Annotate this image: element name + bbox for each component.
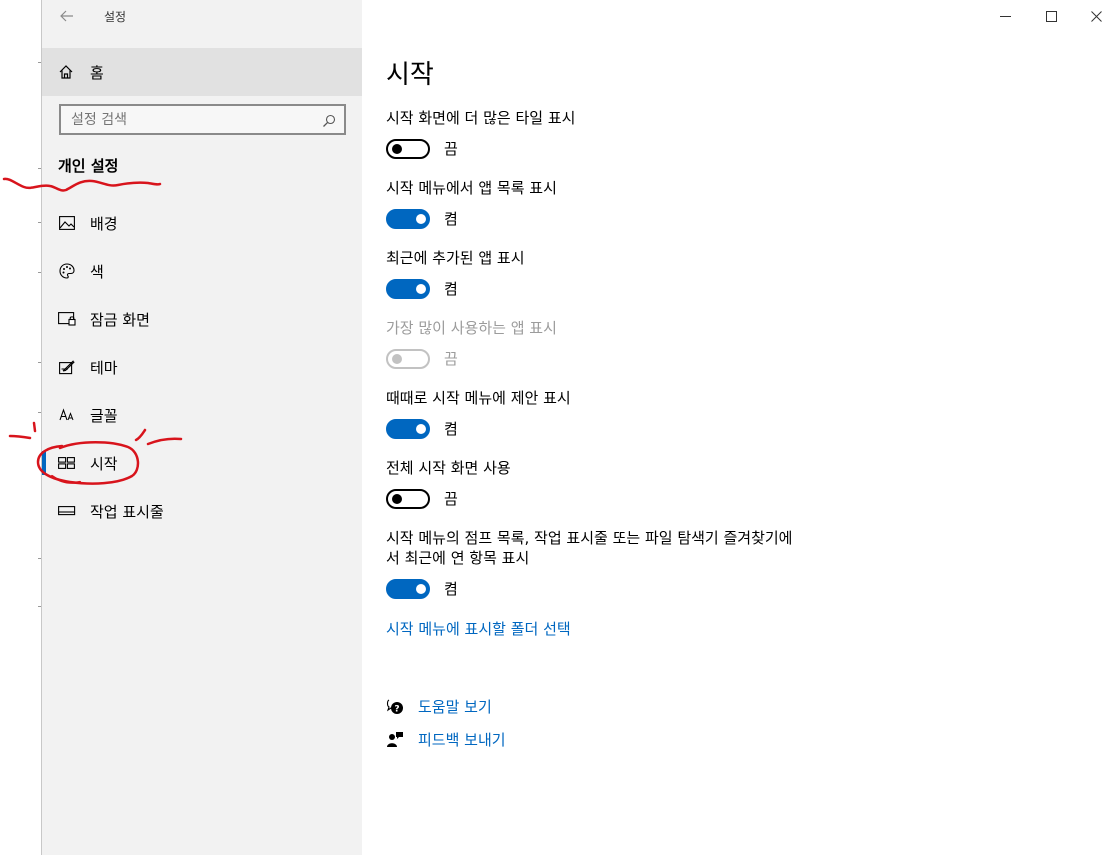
settings-sidebar: 설정 홈 개인 설정 배경 색 잠금 화면 테마 [42, 0, 362, 855]
sidebar-item-taskbar[interactable]: 작업 표시줄 [42, 491, 362, 531]
sidebar-item-start[interactable]: 시작 [42, 443, 362, 483]
send-feedback-label: 피드백 보내기 [418, 731, 506, 749]
send-feedback-link[interactable]: 피드백 보내기 [386, 729, 506, 750]
toggle-knob [392, 493, 402, 504]
setting-full-screen-start: 전체 시작 화면 사용 끔 [386, 458, 846, 509]
start-settings-page: 시작 시작 화면에 더 많은 타일 표시 끔 시작 메뉴에서 앱 목록 표시 켬… [386, 0, 1120, 855]
sidebar-item-background[interactable]: 배경 [42, 203, 362, 243]
search-input[interactable] [71, 111, 311, 128]
font-icon [58, 407, 76, 423]
toggle-switch[interactable] [386, 138, 430, 159]
setting-label: 때때로 시작 메뉴에 제안 표시 [386, 389, 571, 407]
sidebar-item-label: 잠금 화면 [90, 310, 150, 329]
toggle-switch [386, 348, 430, 369]
svg-text:?: ? [394, 704, 399, 714]
choose-folders-link[interactable]: 시작 메뉴에 표시할 폴더 선택 [386, 618, 571, 639]
feedback-icon [386, 731, 404, 749]
home-icon [58, 64, 74, 80]
page-title: 시작 [386, 60, 434, 90]
setting-label: 전체 시작 화면 사용 [386, 459, 511, 477]
setting-recently-added: 최근에 추가된 앱 표시 켬 [386, 248, 846, 299]
setting-recent-items-jump-list: 시작 메뉴의 점프 목록, 작업 표시줄 또는 파일 탐색기 즐겨찾기에 서 최… [386, 528, 846, 599]
back-arrow-icon[interactable] [56, 5, 78, 27]
sidebar-item-lock-screen[interactable]: 잠금 화면 [42, 299, 362, 339]
sidebar-item-color[interactable]: 색 [42, 251, 362, 291]
toggle-knob [392, 353, 402, 364]
toggle-state: 끔 [444, 140, 458, 158]
setting-label: 최근에 추가된 앱 표시 [386, 249, 525, 267]
toggle-state: 켬 [444, 210, 458, 228]
strip-tick [38, 412, 41, 413]
settings-search-box[interactable] [59, 104, 346, 135]
app-title: 설정 [104, 10, 127, 24]
toggle-state: 끔 [444, 490, 458, 508]
home-nav-item[interactable]: 홈 [42, 48, 362, 96]
strip-tick [38, 62, 41, 63]
strip-tick [38, 272, 41, 273]
toggle-row: 끔 [386, 488, 846, 509]
sidebar-item-label: 글꼴 [90, 406, 118, 425]
toggle-knob [416, 423, 426, 434]
sidebar-item-label: 테마 [90, 358, 118, 377]
sidebar-item-label: 작업 표시줄 [90, 502, 164, 521]
toggle-row: 끔 [386, 138, 846, 159]
sidebar-item-theme[interactable]: 테마 [42, 347, 362, 387]
toggle-row: 켬 [386, 578, 846, 599]
strip-tick [38, 558, 41, 559]
sidebar-item-label: 시작 [90, 454, 118, 473]
strip-tick [38, 168, 41, 169]
toggle-row: 켬 [386, 208, 846, 229]
strip-tick [38, 222, 41, 223]
toggle-knob [416, 583, 426, 594]
toggle-state: 켬 [444, 580, 458, 598]
toggle-state: 켬 [444, 420, 458, 438]
toggle-row: 켬 [386, 278, 846, 299]
palette-icon [58, 263, 76, 279]
help-chat-icon: ? [386, 698, 404, 716]
toggle-switch[interactable] [386, 418, 430, 439]
picture-icon [58, 215, 76, 231]
setting-more-tiles: 시작 화면에 더 많은 타일 표시 끔 [386, 108, 846, 159]
search-icon[interactable] [322, 113, 336, 127]
left-window-strip [0, 0, 42, 855]
home-label: 홈 [90, 63, 104, 82]
sidebar-item-label: 배경 [90, 214, 118, 233]
lock-screen-icon [58, 311, 76, 327]
title-bar: 설정 [42, 0, 362, 32]
taskbar-icon [58, 503, 76, 519]
toggle-state: 끔 [444, 350, 458, 368]
sidebar-item-fonts[interactable]: 글꼴 [42, 395, 362, 435]
section-title: 개인 설정 [58, 157, 119, 175]
toggle-switch[interactable] [386, 208, 430, 229]
sidebar-item-label: 색 [90, 262, 104, 281]
setting-label: 가장 많이 사용하는 앱 표시 [386, 319, 557, 337]
toggle-switch[interactable] [386, 278, 430, 299]
get-help-label: 도움말 보기 [418, 698, 492, 716]
setting-label: 시작 화면에 더 많은 타일 표시 [386, 109, 576, 127]
setting-label: 시작 메뉴에서 앱 목록 표시 [386, 179, 557, 197]
toggle-knob [416, 283, 426, 294]
start-icon [58, 455, 76, 471]
strip-tick [38, 606, 41, 607]
get-help-link[interactable]: ? 도움말 보기 [386, 696, 492, 717]
setting-label-line1: 시작 메뉴의 점프 목록, 작업 표시줄 또는 파일 탐색기 즐겨찾기에 [386, 529, 793, 547]
toggle-knob [392, 143, 402, 154]
setting-suggestions: 때때로 시작 메뉴에 제안 표시 켬 [386, 388, 846, 439]
setting-label-line2: 서 최근에 연 항목 표시 [386, 549, 530, 567]
theme-icon [58, 359, 76, 375]
toggle-row: 켬 [386, 418, 846, 439]
strip-tick [38, 362, 41, 363]
setting-app-list: 시작 메뉴에서 앱 목록 표시 켬 [386, 178, 846, 229]
toggle-switch[interactable] [386, 578, 430, 599]
setting-most-used: 가장 많이 사용하는 앱 표시 끔 [386, 318, 846, 369]
toggle-state: 켬 [444, 280, 458, 298]
toggle-knob [416, 213, 426, 224]
toggle-switch[interactable] [386, 488, 430, 509]
toggle-row: 끔 [386, 348, 846, 369]
